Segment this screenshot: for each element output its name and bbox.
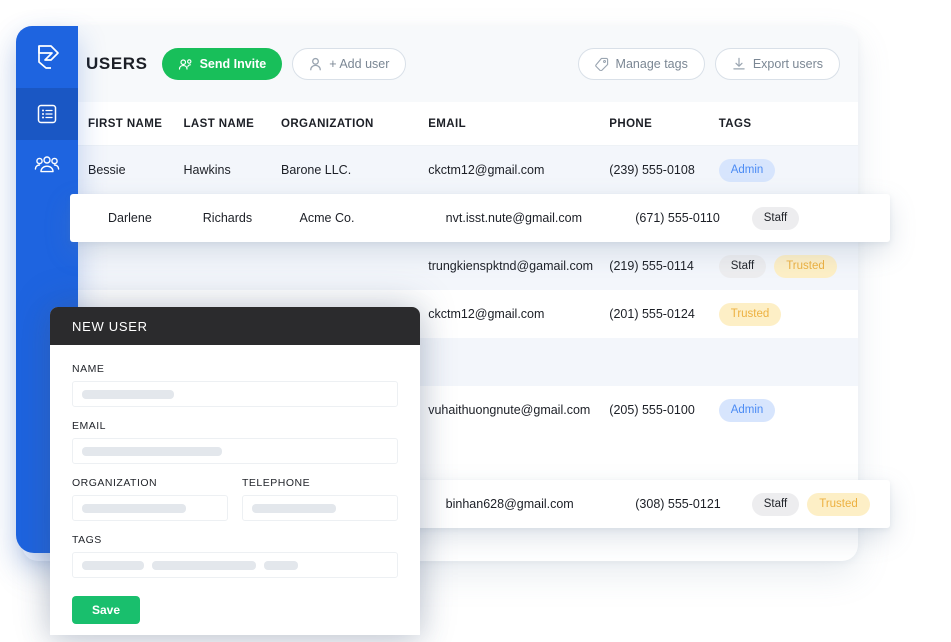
field-group-organization: ORGANIZATION	[72, 477, 228, 521]
tag-staff[interactable]: Staff	[751, 206, 800, 230]
header-actions: Manage tags Export users	[577, 48, 840, 80]
name-input[interactable]	[72, 381, 398, 407]
field-row-org-phone: ORGANIZATION TELEPHONE	[72, 477, 398, 534]
email-placeholder	[82, 446, 222, 456]
add-user-label: + Add user	[329, 57, 390, 71]
cell-phone: (671) 555-0110	[635, 211, 720, 225]
cell-first-name: Darlene	[108, 211, 152, 225]
save-button[interactable]: Save	[72, 596, 140, 624]
cell-tags: Admin	[718, 398, 858, 422]
cell-organization: Acme Co.	[299, 211, 355, 225]
manage-tags-label: Manage tags	[615, 57, 688, 71]
cell-phone: (201) 555-0124	[609, 307, 695, 321]
cell-tags: Staff Trusted	[718, 254, 858, 278]
cell-tags: Trusted	[718, 302, 858, 326]
cell-tags: Admin	[718, 158, 858, 182]
table-row[interactable]: trungkienspktnd@gamail.com (219) 555-0114…	[22, 242, 858, 290]
sidebar-item-users[interactable]	[16, 140, 78, 192]
users-invite-icon	[178, 58, 193, 71]
modal-title: NEW USER	[72, 318, 148, 334]
tag-trusted[interactable]: Trusted	[807, 492, 870, 516]
cell-email: ckctm12@gmail.com	[428, 307, 545, 321]
tag-icon	[594, 57, 609, 71]
cell-phone: (239) 555-0108	[609, 163, 695, 177]
cell-phone: (205) 555-0100	[609, 403, 695, 417]
field-group-tags: TAGS	[72, 534, 398, 578]
label-name: NAME	[72, 363, 105, 375]
field-group-email: EMAIL	[72, 420, 398, 464]
modal-body: NAME EMAIL ORGANIZATION TELEPHONE TAGS S…	[50, 345, 420, 624]
cell-email: nvt.isst.nute@gmail.com	[445, 211, 583, 225]
list-icon	[36, 103, 58, 125]
label-telephone: TELEPHONE	[242, 477, 311, 489]
brand-d-logo-icon	[30, 40, 64, 74]
table-header-row: FIRST NAME LAST NAME ORGANIZATION EMAIL …	[22, 102, 858, 146]
cell-email: vuhaithuongnute@gmail.com	[428, 403, 591, 417]
tag-trusted[interactable]: Trusted	[718, 302, 782, 326]
tag-admin[interactable]: Admin	[718, 158, 776, 182]
cell-tags: Staff Trusted	[751, 492, 890, 516]
column-header-phone: PHONE	[609, 117, 653, 130]
cell-phone: (308) 555-0121	[635, 497, 721, 511]
cell-last-name: Hawkins	[183, 163, 231, 177]
tag-placeholder	[152, 560, 256, 570]
export-users-button[interactable]: Export users	[714, 48, 840, 80]
email-input[interactable]	[72, 438, 398, 464]
organization-placeholder	[82, 503, 186, 513]
tag-placeholder	[264, 560, 298, 570]
app-root: USERS Send Invite + Add user Manage tags…	[0, 0, 951, 642]
people-group-icon	[34, 155, 60, 177]
cell-organization: Barone LLC.	[281, 163, 352, 177]
table-row[interactable]: Bessie Hawkins Barone LLC. ckctm12@gmail.co…	[22, 146, 858, 194]
organization-input[interactable]	[72, 495, 228, 521]
send-invite-label: Send Invite	[199, 57, 267, 71]
label-tags: TAGS	[72, 534, 102, 546]
tag-placeholder	[82, 560, 144, 570]
download-icon	[732, 57, 746, 71]
table-row-floating[interactable]: Darlene Richards Acme Co. nvt.isst.nute@gma…	[70, 194, 890, 242]
cell-email: binhan628@gmail.com	[445, 497, 574, 511]
column-header-last-name: LAST NAME	[183, 117, 255, 130]
tag-admin[interactable]: Admin	[718, 398, 776, 422]
field-group-name: NAME	[72, 363, 398, 407]
card-header: USERS Send Invite + Add user Manage tags…	[22, 26, 858, 102]
label-organization: ORGANIZATION	[72, 477, 158, 489]
cell-phone: (219) 555-0114	[609, 259, 694, 273]
column-header-tags: TAGS	[718, 117, 752, 130]
field-group-telephone: TELEPHONE	[242, 477, 398, 521]
column-header-email: EMAIL	[428, 117, 467, 130]
page-title: USERS	[86, 54, 148, 73]
telephone-input[interactable]	[242, 495, 398, 521]
add-user-button[interactable]: + Add user	[292, 48, 407, 80]
tag-trusted[interactable]: Trusted	[774, 254, 837, 278]
manage-tags-button[interactable]: Manage tags	[577, 48, 705, 80]
label-email: EMAIL	[72, 420, 107, 432]
column-header-organization: ORGANIZATION	[281, 117, 374, 130]
telephone-placeholder	[252, 503, 336, 513]
tag-staff[interactable]: Staff	[718, 254, 767, 278]
new-user-modal: NEW USER NAME EMAIL ORGANIZATION TELEPHO…	[50, 307, 420, 635]
cell-email: trungkienspktnd@gamail.com	[428, 259, 594, 273]
export-users-label: Export users	[752, 57, 823, 71]
sidebar-item-list[interactable]	[16, 88, 78, 140]
brand-logo[interactable]	[16, 26, 78, 88]
user-outline-icon	[309, 57, 322, 71]
name-placeholder	[82, 389, 174, 399]
cell-tags: Staff	[751, 206, 890, 230]
tags-input[interactable]	[72, 552, 398, 578]
cell-email: ckctm12@gmail.com	[428, 163, 545, 177]
send-invite-button[interactable]: Send Invite	[161, 48, 283, 80]
modal-header: NEW USER	[50, 307, 420, 345]
cell-last-name: Richards	[202, 211, 253, 225]
tag-staff[interactable]: Staff	[751, 492, 800, 516]
